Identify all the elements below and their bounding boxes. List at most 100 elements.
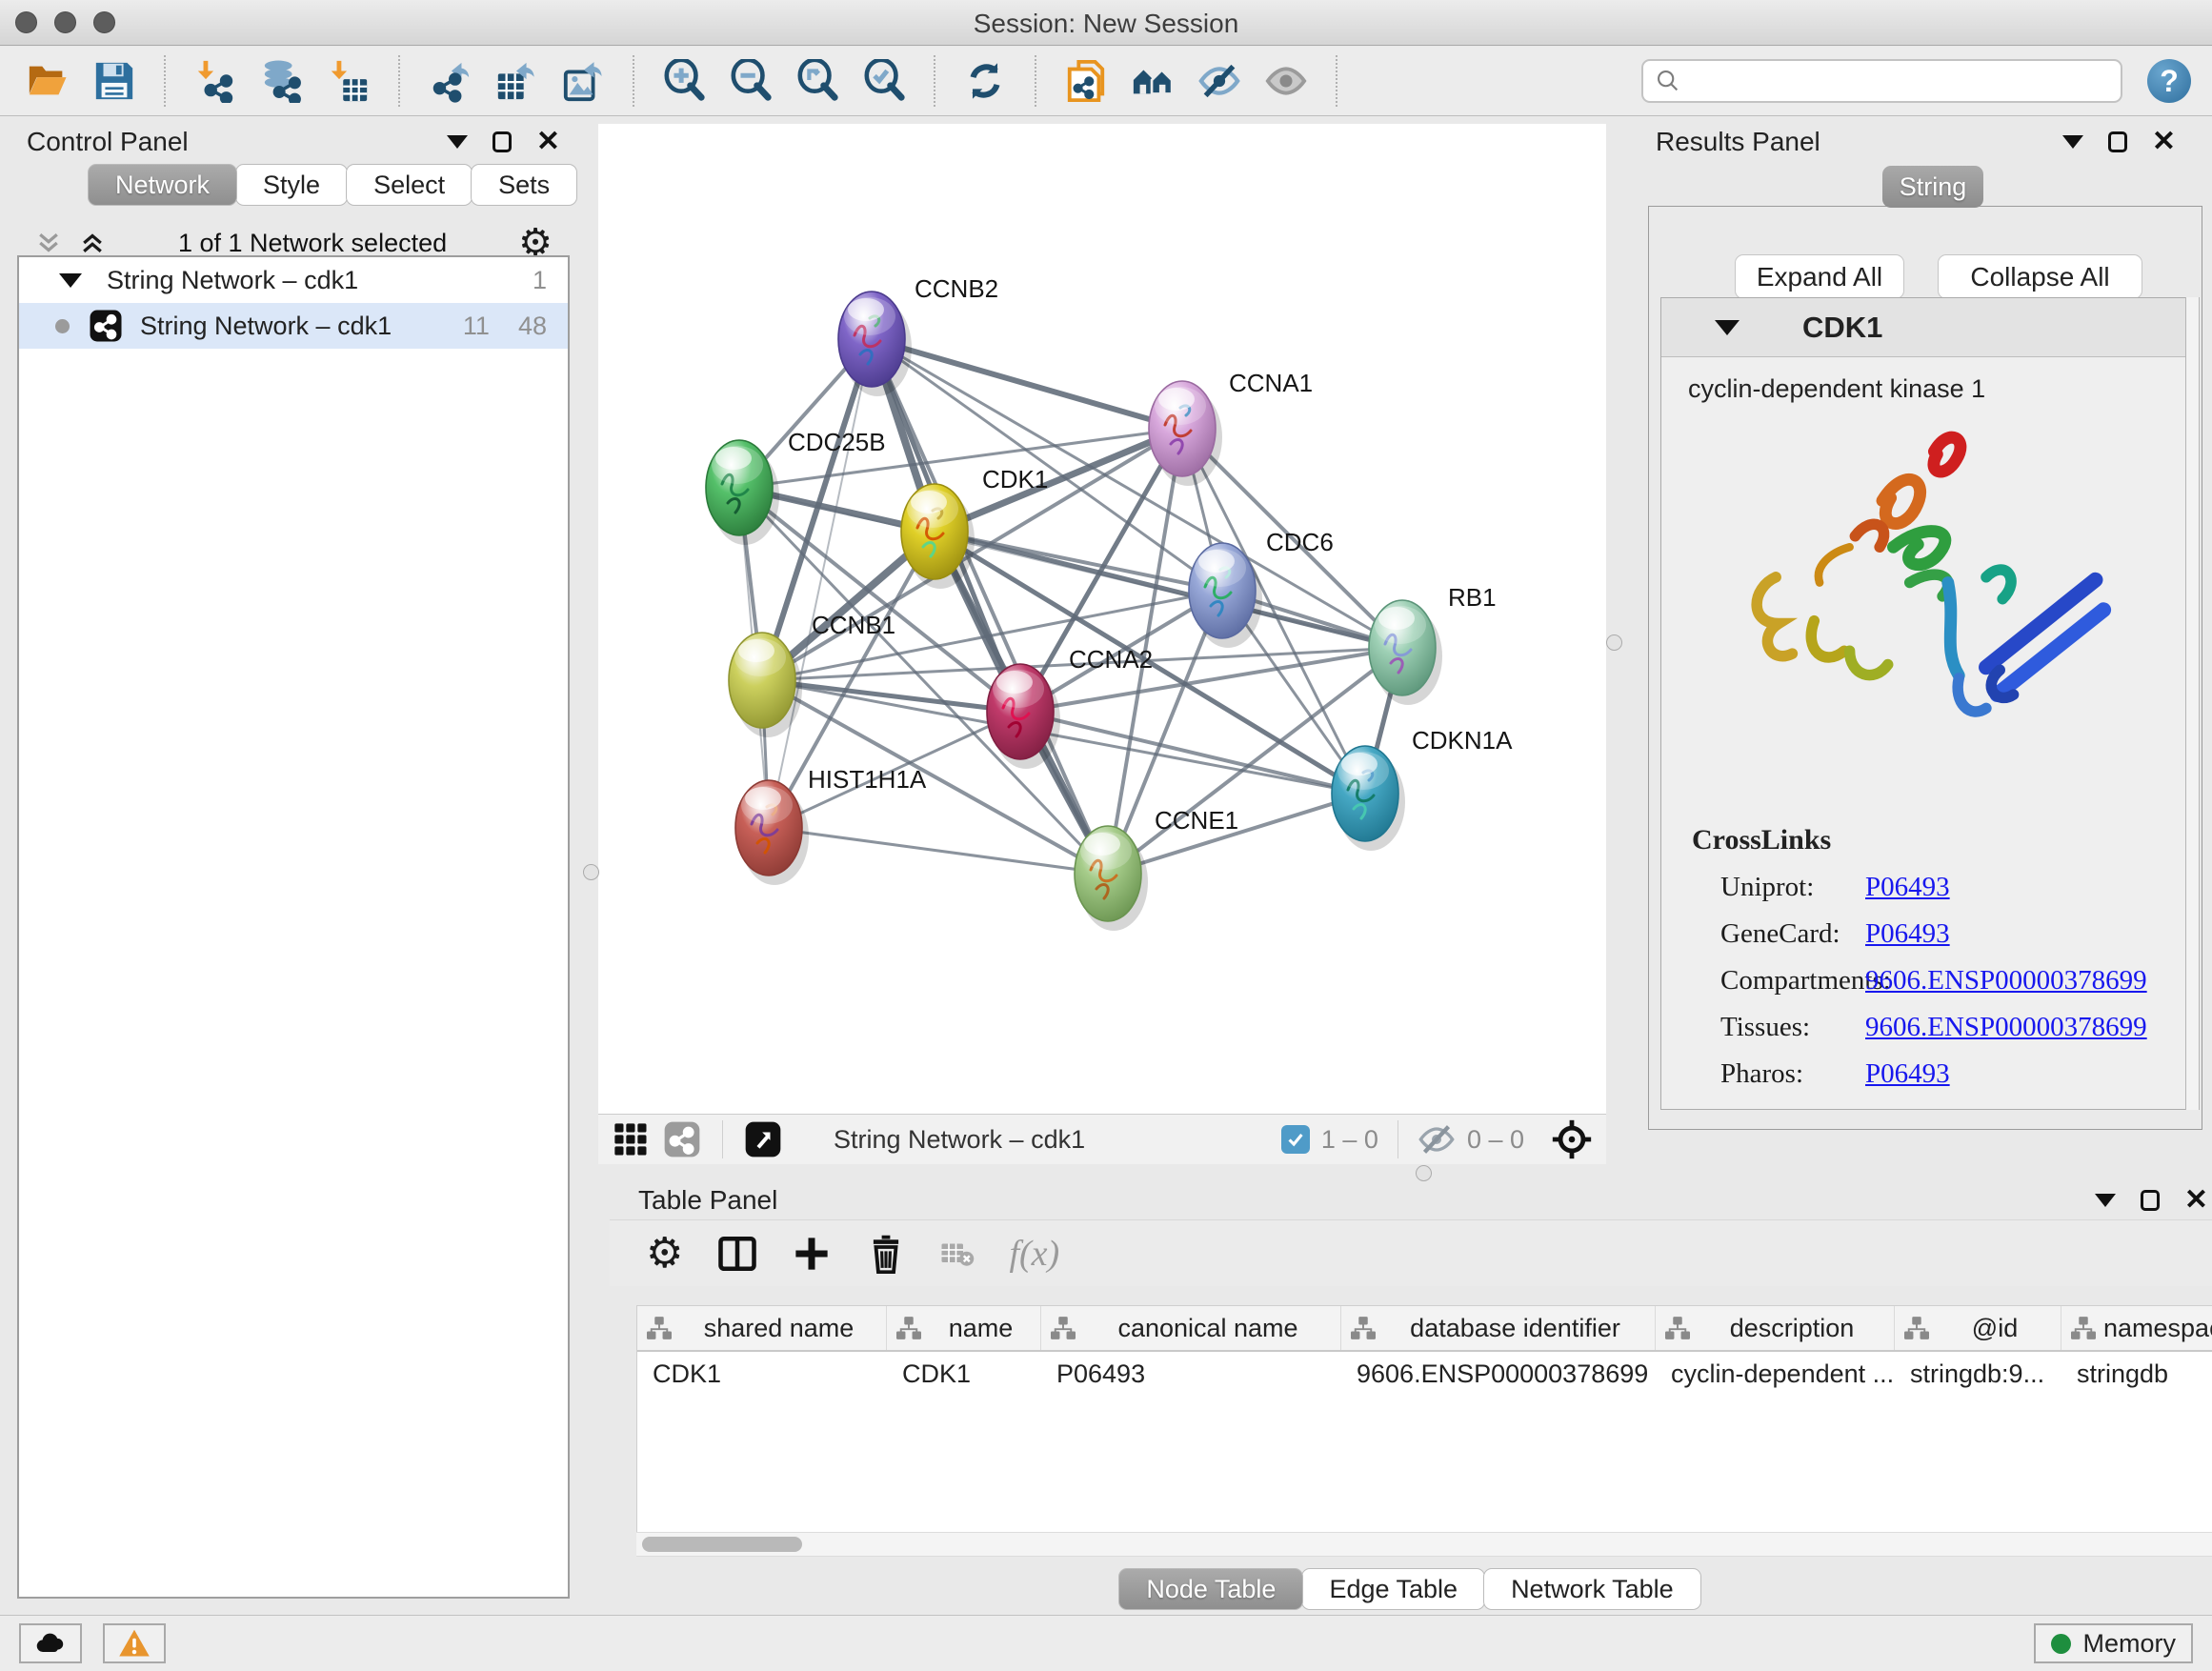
- zoom-in-icon: [662, 59, 706, 103]
- hidden-eye-slash-icon[interactable]: [1418, 1120, 1456, 1158]
- export-table-button[interactable]: [490, 52, 543, 110]
- search-input[interactable]: [1689, 66, 2109, 97]
- network-canvas[interactable]: CCNB2CCNA1CDC25BCDK1CDC6RB1CCNB1CCNA2HIS…: [598, 124, 1606, 1113]
- first-neighbors-button[interactable]: [1126, 52, 1179, 110]
- node-label-CCNE1: CCNE1: [1155, 806, 1238, 835]
- collapse-all-icon[interactable]: [34, 229, 63, 257]
- network-row[interactable]: String Network – cdk1 11 48: [19, 303, 568, 349]
- tab-network[interactable]: Network: [88, 164, 237, 206]
- network-collection-row[interactable]: String Network – cdk1 1: [19, 257, 568, 303]
- network-view[interactable]: CCNB2CCNA1CDC25BCDK1CDC6RB1CCNB1CCNA2HIS…: [598, 124, 1606, 1164]
- show-all-button[interactable]: [1259, 52, 1313, 110]
- network-node-RB1[interactable]: RB1: [1369, 583, 1497, 705]
- float-panel-icon[interactable]: [447, 135, 468, 149]
- cloud-status-button[interactable]: [19, 1623, 82, 1663]
- network-node-CDKN1A[interactable]: CDKN1A: [1332, 726, 1513, 851]
- network-node-CCNB2[interactable]: CCNB2: [838, 274, 998, 396]
- table-cell[interactable]: P06493: [1041, 1359, 1341, 1389]
- network-node-CDC25B[interactable]: CDC25B: [706, 428, 886, 545]
- grid-view-icon[interactable]: [612, 1120, 650, 1158]
- delete-column-icon[interactable]: [866, 1234, 906, 1274]
- network-node-CCNA1[interactable]: CCNA1: [1149, 369, 1313, 486]
- crosslink-link[interactable]: 9606.ENSP00000378699: [1865, 1012, 2147, 1043]
- copy-network-button[interactable]: [1059, 52, 1113, 110]
- column-header-canonical-name[interactable]: canonical name: [1041, 1306, 1341, 1350]
- results-scrollbar[interactable]: [2185, 297, 2200, 1110]
- collapse-section-icon[interactable]: [1715, 320, 1739, 335]
- tab-select[interactable]: Select: [346, 164, 473, 206]
- crosslink-link[interactable]: P06493: [1865, 1058, 1950, 1090]
- column-header-name[interactable]: name: [887, 1306, 1041, 1350]
- export-image-button[interactable]: [556, 52, 610, 110]
- network-node-CDC6[interactable]: CDC6: [1189, 528, 1334, 648]
- expand-all-button[interactable]: Expand All: [1735, 254, 1904, 299]
- zoom-out-button[interactable]: [724, 52, 777, 110]
- network-node-HIST1H1A[interactable]: HIST1H1A: [735, 765, 927, 885]
- table-cell[interactable]: cyclin-dependent ...: [1656, 1359, 1895, 1389]
- column-header-description[interactable]: description: [1656, 1306, 1895, 1350]
- save-session-button[interactable]: [88, 52, 141, 110]
- zoom-in-button[interactable]: [657, 52, 711, 110]
- help-button[interactable]: ?: [2147, 59, 2191, 103]
- toolbar-separator: [1336, 55, 1337, 107]
- float-panel-icon[interactable]: [2095, 1194, 2116, 1207]
- gene-card-header[interactable]: CDK1: [1661, 298, 2189, 357]
- hide-selected-button[interactable]: [1193, 52, 1246, 110]
- network-node-CCNE1[interactable]: CCNE1: [1075, 806, 1238, 931]
- table-horizontal-scrollbar[interactable]: [636, 1532, 2212, 1557]
- add-column-icon[interactable]: [792, 1234, 832, 1274]
- detach-view-icon[interactable]: [744, 1120, 782, 1158]
- column-header-shared-name[interactable]: shared name: [637, 1306, 887, 1350]
- export-network-button[interactable]: [423, 52, 476, 110]
- column-header-namespace[interactable]: namespace: [2061, 1306, 2212, 1350]
- control-panel-tabs: NetworkStyleSelectSets: [10, 164, 577, 206]
- crosslink-link[interactable]: P06493: [1865, 918, 1950, 950]
- close-panel-icon[interactable]: ✕: [2152, 128, 2176, 156]
- import-table-button[interactable]: [322, 52, 375, 110]
- search-field[interactable]: [1641, 59, 2122, 103]
- tab-edge-table[interactable]: Edge Table: [1301, 1568, 1485, 1610]
- table-cell[interactable]: stringdb:9...: [1895, 1359, 2061, 1389]
- close-panel-icon[interactable]: ✕: [2184, 1186, 2208, 1215]
- table-cell[interactable]: 9606.ENSP00000378699: [1341, 1359, 1656, 1389]
- table-cell[interactable]: stringdb: [2061, 1359, 2212, 1389]
- refresh-button[interactable]: [958, 52, 1012, 110]
- bottom-splitter-handle[interactable]: [1416, 1165, 1432, 1181]
- tab-sets[interactable]: Sets: [471, 164, 577, 206]
- edge-count: 48: [518, 312, 547, 341]
- tab-network-table[interactable]: Network Table: [1483, 1568, 1701, 1610]
- expander-icon[interactable]: [59, 273, 82, 288]
- fit-content-crosshair-icon[interactable]: [1551, 1118, 1593, 1160]
- float-panel-icon[interactable]: [2062, 135, 2083, 149]
- warning-status-button[interactable]: [103, 1623, 166, 1663]
- zoom-fit-button[interactable]: [791, 52, 844, 110]
- network-badge-icon[interactable]: [663, 1120, 701, 1158]
- import-database-button[interactable]: [255, 52, 309, 110]
- crosslinks-title: CrossLinks: [1661, 824, 2189, 856]
- column-header--id[interactable]: @id: [1895, 1306, 2061, 1350]
- zoom-selected-button[interactable]: [857, 52, 911, 110]
- memory-button[interactable]: Memory: [2034, 1623, 2193, 1663]
- maximize-panel-icon[interactable]: [493, 131, 512, 152]
- collapse-all-button[interactable]: Collapse All: [1938, 254, 2142, 299]
- table-cell[interactable]: CDK1: [887, 1359, 1041, 1389]
- tab-style[interactable]: Style: [235, 164, 348, 206]
- left-splitter-handle[interactable]: [583, 864, 599, 880]
- selected-checkbox[interactable]: [1281, 1125, 1310, 1154]
- column-header-database-identifier[interactable]: database identifier: [1341, 1306, 1656, 1350]
- tab-string[interactable]: String: [1882, 166, 1983, 208]
- close-panel-icon[interactable]: ✕: [536, 128, 560, 156]
- crosslink-link[interactable]: 9606.ENSP00000378699: [1865, 965, 2147, 997]
- tab-node-table[interactable]: Node Table: [1118, 1568, 1303, 1610]
- maximize-panel-icon[interactable]: [2141, 1190, 2160, 1211]
- table-cell[interactable]: CDK1: [637, 1359, 887, 1389]
- maximize-panel-icon[interactable]: [2108, 131, 2127, 152]
- table-settings-gear-icon[interactable]: ⚙: [646, 1233, 683, 1275]
- open-session-button[interactable]: [21, 52, 74, 110]
- scrollbar-thumb[interactable]: [642, 1537, 802, 1552]
- crosslink-link[interactable]: P06493: [1865, 872, 1950, 903]
- import-network-button[interactable]: [189, 52, 242, 110]
- show-columns-icon[interactable]: [717, 1234, 757, 1274]
- expand-all-icon[interactable]: [78, 229, 107, 257]
- table-row[interactable]: CDK1CDK1P064939606.ENSP00000378699cyclin…: [637, 1352, 2212, 1396]
